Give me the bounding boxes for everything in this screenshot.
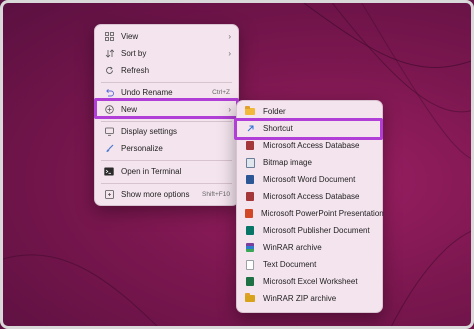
chevron-right-icon: › [228, 49, 231, 58]
menu-divider [101, 160, 232, 161]
chevron-right-icon: › [228, 105, 231, 114]
submenu-item-publisher-document[interactable]: Microsoft Publisher Document [241, 223, 378, 238]
submenu-item-folder[interactable]: Folder [241, 104, 378, 119]
submenu-item-shortcut[interactable]: Shortcut [241, 121, 378, 136]
menu-item-refresh[interactable]: Refresh [99, 63, 234, 78]
winrar-icon [245, 243, 255, 253]
display-icon [104, 127, 114, 137]
submenu-item-winrar-zip-archive[interactable]: WinRAR ZIP archive [241, 291, 378, 306]
menu-item-label: Undo Rename [121, 88, 173, 97]
menu-item-view[interactable]: View › [99, 29, 234, 44]
menu-item-open-in-terminal[interactable]: Open in Terminal [99, 164, 234, 179]
new-submenu: Folder Shortcut Microsoft Access Databas… [236, 100, 384, 313]
submenu-item-winrar-archive[interactable]: WinRAR archive [241, 240, 378, 255]
menu-item-label: New [121, 105, 138, 114]
submenu-item-label: Bitmap image [263, 158, 312, 167]
submenu-item-bitmap-image[interactable]: Bitmap image [241, 155, 378, 170]
submenu-item-label: WinRAR archive [263, 243, 322, 252]
terminal-icon [104, 167, 114, 177]
menu-item-show-more-options[interactable]: Show more options Shift+F10 [99, 187, 234, 202]
submenu-item-label: Folder [263, 107, 286, 116]
refresh-icon [104, 66, 114, 76]
submenu-item-label: Microsoft PowerPoint Presentation [261, 209, 384, 218]
menu-divider [101, 82, 232, 83]
submenu-item-excel-worksheet[interactable]: Microsoft Excel Worksheet [241, 274, 378, 289]
submenu-item-label: Microsoft Publisher Document [263, 226, 370, 235]
menu-divider [101, 183, 232, 184]
folder-icon [245, 106, 255, 117]
access-icon [245, 141, 255, 151]
bitmap-icon [245, 157, 255, 168]
excel-icon [245, 277, 255, 287]
brush-icon [104, 144, 114, 154]
winrar-zip-icon [245, 293, 255, 304]
menu-item-label: Refresh [121, 66, 150, 75]
submenu-item-label: WinRAR ZIP archive [263, 294, 337, 303]
shortcut-text: Shift+F10 [201, 191, 230, 198]
submenu-item-powerpoint-presentation[interactable]: Microsoft PowerPoint Presentation [241, 206, 384, 221]
menu-item-undo-rename[interactable]: Undo Rename Ctrl+Z [99, 85, 234, 100]
menu-item-label: Open in Terminal [121, 167, 182, 176]
plus-circle-icon [104, 105, 114, 115]
submenu-item-text-document[interactable]: Text Document [241, 257, 378, 272]
menu-item-label: View [121, 32, 139, 41]
text-document-icon [245, 259, 255, 270]
submenu-item-label: Microsoft Access Database [263, 192, 360, 201]
submenu-item-word-document[interactable]: Microsoft Word Document [241, 172, 378, 187]
submenu-item-label: Text Document [263, 260, 317, 269]
menu-divider [101, 121, 232, 122]
word-icon [245, 175, 255, 185]
menu-item-display-settings[interactable]: Display settings [99, 124, 234, 139]
menu-item-label: Display settings [121, 127, 178, 136]
shortcut-arrow-icon [245, 124, 255, 134]
menu-item-label: Show more options [121, 190, 190, 199]
submenu-item-access-database[interactable]: Microsoft Access Database [241, 138, 378, 153]
more-options-icon [104, 190, 114, 200]
submenu-item-label: Shortcut [263, 124, 293, 133]
menu-item-label: Personalize [121, 144, 163, 153]
submenu-item-label: Microsoft Excel Worksheet [263, 277, 358, 286]
submenu-item-label: Microsoft Word Document [263, 175, 356, 184]
grid-icon [104, 32, 114, 42]
undo-icon [104, 88, 114, 98]
sort-icon [104, 49, 114, 59]
access-icon [245, 192, 255, 202]
desktop-context-menu: View › Sort by › Refresh Undo Rename Ctr… [94, 24, 239, 206]
chevron-right-icon: › [228, 32, 231, 41]
menu-item-label: Sort by [121, 49, 147, 58]
menu-item-new[interactable]: New › [99, 102, 234, 117]
menu-item-sort-by[interactable]: Sort by › [99, 46, 234, 61]
menu-item-personalize[interactable]: Personalize [99, 141, 234, 156]
publisher-icon [245, 226, 255, 236]
powerpoint-icon [245, 209, 253, 219]
submenu-item-access-database-2[interactable]: Microsoft Access Database [241, 189, 378, 204]
submenu-item-label: Microsoft Access Database [263, 141, 360, 150]
shortcut-text: Ctrl+Z [212, 89, 230, 96]
